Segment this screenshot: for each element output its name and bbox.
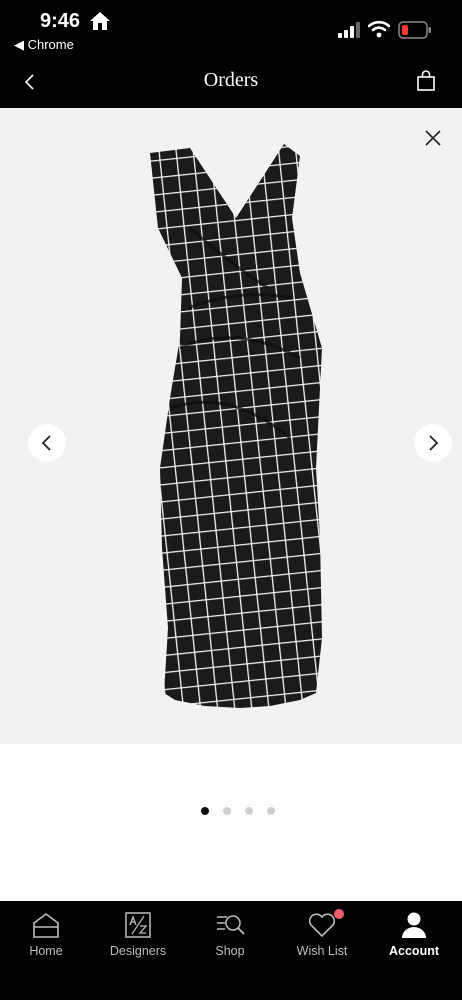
tab-account-label: Account bbox=[389, 944, 439, 958]
tab-designers-label: Designers bbox=[109, 944, 167, 958]
tab-wish-list-label: Wish List bbox=[296, 944, 348, 958]
back-to-app-link[interactable]: ◀ Chrome bbox=[14, 37, 74, 53]
tab-wish-list[interactable]: Wish List bbox=[276, 901, 368, 1000]
status-bar: 9:46 ◀ Chrome bbox=[0, 0, 462, 58]
shop-search-icon bbox=[217, 915, 245, 935]
home-status-icon bbox=[90, 12, 110, 30]
navigation-bar: Orders bbox=[0, 58, 462, 108]
tab-home[interactable]: Home bbox=[0, 901, 92, 1000]
page-title: Orders bbox=[203, 69, 259, 91]
pagination-dot-4[interactable] bbox=[267, 807, 275, 815]
next-image-button[interactable] bbox=[414, 424, 452, 462]
close-icon[interactable] bbox=[421, 126, 445, 150]
designers-az-icon bbox=[125, 912, 151, 938]
tab-bar: Home Designers Shop Wish List Account bbox=[0, 901, 462, 1000]
image-pagination bbox=[201, 807, 281, 817]
main-content bbox=[0, 108, 462, 901]
dress-illustration bbox=[150, 144, 322, 708]
tab-designers[interactable]: Designers bbox=[92, 901, 184, 1000]
wifi-icon bbox=[368, 20, 390, 38]
account-icon bbox=[402, 912, 426, 938]
product-image[interactable] bbox=[0, 108, 462, 744]
wish-list-badge bbox=[334, 909, 344, 919]
status-time: 9:46 bbox=[40, 10, 81, 32]
chevron-left-icon bbox=[41, 435, 51, 451]
previous-image-button[interactable] bbox=[28, 424, 66, 462]
pagination-dot-2[interactable] bbox=[223, 807, 231, 815]
home-icon bbox=[33, 913, 59, 938]
tab-shop[interactable]: Shop bbox=[184, 901, 276, 1000]
pagination-dot-1[interactable] bbox=[201, 807, 209, 815]
dress-shape bbox=[150, 144, 322, 708]
tab-account[interactable]: Account bbox=[368, 901, 460, 1000]
battery-low-icon bbox=[398, 21, 431, 39]
chevron-right-icon bbox=[429, 435, 439, 451]
shopping-bag-icon[interactable] bbox=[414, 69, 438, 93]
tab-home-label: Home bbox=[29, 944, 63, 958]
tab-shop-label: Shop bbox=[215, 944, 245, 958]
cellular-signal-icon bbox=[338, 22, 360, 38]
pagination-dot-3[interactable] bbox=[245, 807, 253, 815]
